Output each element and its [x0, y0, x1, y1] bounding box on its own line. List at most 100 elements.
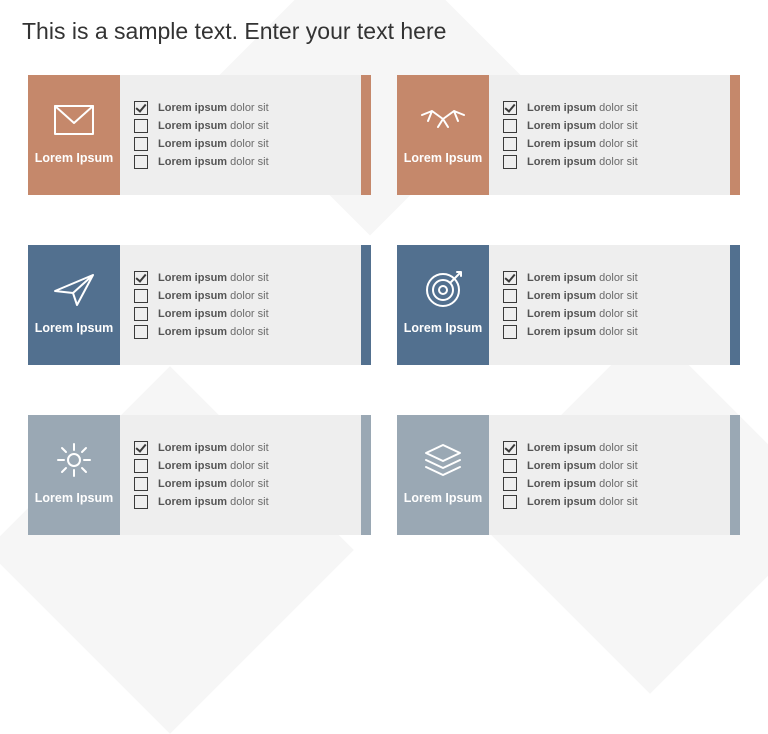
- card: Lorem IpsumLorem ipsum dolor sitLorem ip…: [397, 415, 740, 535]
- list-item-label: Lorem ipsum dolor sit: [527, 290, 638, 302]
- checkbox-icon[interactable]: [503, 325, 517, 339]
- list-item: Lorem ipsum dolor sit: [134, 137, 353, 151]
- checkbox-icon[interactable]: [503, 307, 517, 321]
- card-body: Lorem ipsum dolor sit Lorem ipsum dolor s…: [489, 75, 730, 195]
- card: Lorem IpsumLorem ipsum dolor sitLorem ip…: [28, 245, 371, 365]
- card-accent-stripe: [730, 245, 740, 365]
- list-item: Lorem ipsum dolor sit: [503, 325, 722, 339]
- list-item-label: Lorem ipsum dolor sit: [527, 156, 638, 168]
- list-item: Lorem ipsum dolor sit: [134, 155, 353, 169]
- paperplane-icon: [47, 269, 101, 311]
- envelope-icon: [47, 99, 101, 141]
- list-item: Lorem ipsum dolor sit: [134, 307, 353, 321]
- card-body: Lorem ipsum dolor sit Lorem ipsum dolor s…: [489, 245, 730, 365]
- list-item: Lorem ipsum dolor sit: [503, 307, 722, 321]
- list-item: Lorem ipsum dolor sit: [503, 119, 722, 133]
- checkbox-icon[interactable]: [134, 289, 148, 303]
- list-item-label: Lorem ipsum dolor sit: [527, 442, 638, 454]
- page-title: This is a sample text. Enter your text h…: [0, 0, 768, 53]
- checkbox-icon[interactable]: [134, 495, 148, 509]
- card-accent-stripe: [361, 75, 371, 195]
- list-item-label: Lorem ipsum dolor sit: [158, 290, 269, 302]
- list-item-label: Lorem ipsum dolor sit: [527, 308, 638, 320]
- card-header: Lorem Ipsum: [397, 75, 489, 195]
- list-item: Lorem ipsum dolor sit: [134, 441, 353, 455]
- card: Lorem IpsumLorem ipsum dolor sitLorem ip…: [397, 245, 740, 365]
- card-label: Lorem Ipsum: [35, 491, 114, 507]
- checkbox-icon[interactable]: [134, 271, 148, 285]
- card-accent-stripe: [730, 75, 740, 195]
- list-item-label: Lorem ipsum dolor sit: [527, 272, 638, 284]
- list-item: Lorem ipsum dolor sit: [503, 441, 722, 455]
- list-item: Lorem ipsum dolor sit: [503, 459, 722, 473]
- target-icon: [416, 269, 470, 311]
- checkbox-icon[interactable]: [503, 155, 517, 169]
- list-item: Lorem ipsum dolor sit: [503, 137, 722, 151]
- card-body: Lorem ipsum dolor sit Lorem ipsum dolor s…: [120, 75, 361, 195]
- list-item: Lorem ipsum dolor sit: [503, 495, 722, 509]
- list-item: Lorem ipsum dolor sit: [134, 459, 353, 473]
- list-item-label: Lorem ipsum dolor sit: [527, 102, 638, 114]
- card: Lorem IpsumLorem ipsum dolor sitLorem ip…: [28, 75, 371, 195]
- checkbox-icon[interactable]: [134, 155, 148, 169]
- list-item: Lorem ipsum dolor sit: [134, 119, 353, 133]
- card: Lorem IpsumLorem ipsum dolor sitLorem ip…: [397, 75, 740, 195]
- checkbox-icon[interactable]: [503, 137, 517, 151]
- list-item: Lorem ipsum dolor sit: [134, 325, 353, 339]
- checkbox-icon[interactable]: [134, 441, 148, 455]
- card-header: Lorem Ipsum: [397, 415, 489, 535]
- list-item: Lorem ipsum dolor sit: [503, 289, 722, 303]
- list-item: Lorem ipsum dolor sit: [134, 101, 353, 115]
- list-item-label: Lorem ipsum dolor sit: [158, 460, 269, 472]
- card-accent-stripe: [730, 415, 740, 535]
- card-header: Lorem Ipsum: [397, 245, 489, 365]
- list-item: Lorem ipsum dolor sit: [134, 495, 353, 509]
- checkbox-icon[interactable]: [503, 441, 517, 455]
- list-item: Lorem ipsum dolor sit: [134, 477, 353, 491]
- list-item: Lorem ipsum dolor sit: [134, 271, 353, 285]
- card-label: Lorem Ipsum: [404, 491, 483, 507]
- card-label: Lorem Ipsum: [35, 321, 114, 337]
- checkbox-icon[interactable]: [503, 101, 517, 115]
- list-item-label: Lorem ipsum dolor sit: [158, 156, 269, 168]
- checkbox-icon[interactable]: [134, 325, 148, 339]
- list-item-label: Lorem ipsum dolor sit: [527, 138, 638, 150]
- checkbox-icon[interactable]: [134, 101, 148, 115]
- list-item-label: Lorem ipsum dolor sit: [158, 138, 269, 150]
- checkbox-icon[interactable]: [134, 307, 148, 321]
- checkbox-icon[interactable]: [503, 477, 517, 491]
- list-item-label: Lorem ipsum dolor sit: [527, 326, 638, 338]
- list-item-label: Lorem ipsum dolor sit: [527, 496, 638, 508]
- list-item: Lorem ipsum dolor sit: [134, 289, 353, 303]
- checkbox-icon[interactable]: [503, 495, 517, 509]
- card-header: Lorem Ipsum: [28, 415, 120, 535]
- card-accent-stripe: [361, 245, 371, 365]
- checkbox-icon[interactable]: [503, 271, 517, 285]
- checkbox-icon[interactable]: [134, 119, 148, 133]
- checkbox-icon[interactable]: [503, 289, 517, 303]
- list-item-label: Lorem ipsum dolor sit: [158, 102, 269, 114]
- card-header: Lorem Ipsum: [28, 245, 120, 365]
- list-item-label: Lorem ipsum dolor sit: [158, 120, 269, 132]
- card-accent-stripe: [361, 415, 371, 535]
- layers-icon: [416, 439, 470, 481]
- card: Lorem Ipsum Lorem ipsum dolor sit Lorem ip…: [28, 415, 371, 535]
- list-item-label: Lorem ipsum dolor sit: [158, 308, 269, 320]
- list-item: Lorem ipsum dolor sit: [503, 101, 722, 115]
- list-item-label: Lorem ipsum dolor sit: [158, 478, 269, 490]
- list-item: Lorem ipsum dolor sit: [503, 477, 722, 491]
- card-body: Lorem ipsum dolor sit Lorem ipsum dolor s…: [120, 245, 361, 365]
- handshake-icon: [416, 99, 470, 141]
- list-item-label: Lorem ipsum dolor sit: [158, 496, 269, 508]
- list-item-label: Lorem ipsum dolor sit: [158, 326, 269, 338]
- checkbox-icon[interactable]: [134, 459, 148, 473]
- checkbox-icon[interactable]: [503, 119, 517, 133]
- card-header: Lorem Ipsum: [28, 75, 120, 195]
- checkbox-icon[interactable]: [134, 477, 148, 491]
- card-label: Lorem Ipsum: [35, 151, 114, 167]
- list-item: Lorem ipsum dolor sit: [503, 271, 722, 285]
- card-body: Lorem ipsum dolor sit Lorem ipsum dolor s…: [489, 415, 730, 535]
- checkbox-icon[interactable]: [503, 459, 517, 473]
- checkbox-icon[interactable]: [134, 137, 148, 151]
- card-grid: Lorem IpsumLorem ipsum dolor sitLorem ip…: [0, 53, 768, 555]
